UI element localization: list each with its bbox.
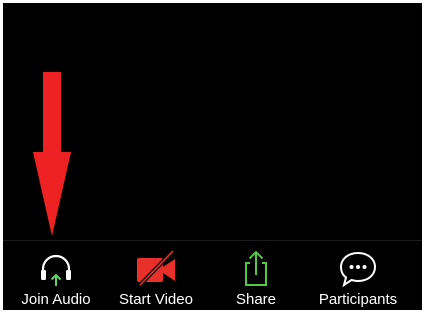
join-audio-label: Join Audio	[21, 291, 91, 308]
start-video-label: Start Video	[119, 291, 193, 308]
share-icon	[234, 249, 278, 287]
participants-button[interactable]: Participants	[308, 241, 408, 311]
headphones-icon	[34, 249, 78, 287]
join-audio-button[interactable]: Join Audio	[6, 241, 106, 311]
share-button[interactable]: Share	[206, 241, 306, 311]
meeting-screen: Join Audio Start Video Share Participant…	[0, 0, 427, 313]
participants-label: Participants	[318, 291, 398, 308]
chat-bubble-icon	[336, 249, 380, 287]
video-off-icon	[134, 249, 178, 287]
start-video-button[interactable]: Start Video	[106, 241, 206, 311]
share-label: Share	[235, 291, 277, 308]
red-arrow-annotation	[33, 72, 71, 236]
meeting-toolbar: Join Audio Start Video Share Participant…	[3, 240, 422, 310]
